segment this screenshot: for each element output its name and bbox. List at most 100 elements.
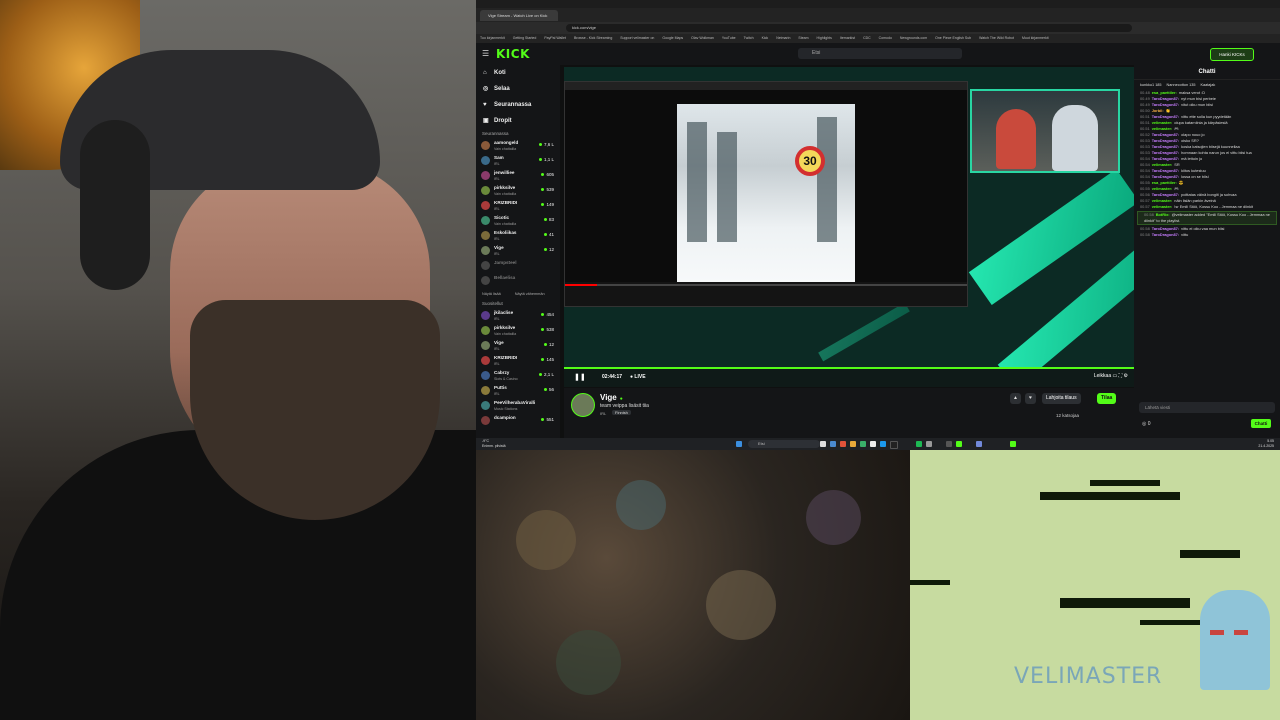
pause-icon[interactable]: ❚❚ bbox=[574, 373, 586, 381]
menu-icon[interactable]: ☰ bbox=[482, 49, 489, 58]
followed-channel[interactable]: pirkksilve Vain chattailla 539 bbox=[476, 184, 560, 199]
discord-icon[interactable] bbox=[976, 441, 982, 447]
stream-category[interactable]: IRL bbox=[600, 411, 606, 416]
windows-start-icon[interactable] bbox=[736, 441, 742, 447]
message-username[interactable]: TaroDragon87: bbox=[1152, 192, 1179, 197]
followed-channel[interactable]: Bellaelisa bbox=[476, 274, 560, 289]
bookmark-item[interactable]: PayPal Wallet bbox=[544, 36, 566, 40]
message-username[interactable]: velimaster: bbox=[1152, 162, 1173, 167]
bookmark-item[interactable]: Muut kirjanmerkit bbox=[1022, 36, 1049, 40]
recommended-channel[interactable]: pirkksilve Vain chattailla 538 bbox=[476, 324, 560, 339]
sidebar-nav-item[interactable]: ◎ Selaa bbox=[476, 81, 560, 97]
message-username[interactable]: TaroDragon87: bbox=[1152, 226, 1179, 231]
bookmark-item[interactable]: Steam bbox=[798, 36, 808, 40]
sidebar-nav-item[interactable]: ▣ Dropit bbox=[476, 113, 560, 129]
channel-avatar[interactable] bbox=[571, 393, 595, 417]
message-username[interactable]: TaroDragon87: bbox=[1152, 168, 1179, 173]
app-icon[interactable] bbox=[926, 441, 932, 447]
message-username[interactable]: TaroDragon87: bbox=[1152, 174, 1179, 179]
recommended-channel[interactable]: Vige IRL 12 bbox=[476, 339, 560, 354]
sidebar-nav-item[interactable]: ⌂ Koti bbox=[476, 65, 560, 81]
get-kicks-button[interactable]: Hanki KICKs bbox=[1210, 48, 1254, 61]
url-field[interactable]: kick.com/vige bbox=[566, 24, 1132, 32]
message-username[interactable]: TaroDragon87: bbox=[1152, 102, 1179, 107]
followed-channel[interactable]: Vige IRL 12 bbox=[476, 244, 560, 259]
bookmark-item[interactable]: Kick bbox=[762, 36, 769, 40]
gift-sub-button[interactable]: Lahjoita tilaus bbox=[1042, 393, 1081, 404]
message-username[interactable]: TaroDragon87: bbox=[1152, 150, 1179, 155]
video-player[interactable]: 30 bbox=[564, 67, 1134, 367]
message-username[interactable]: TaroDragon87: bbox=[1152, 232, 1179, 237]
message-username[interactable]: esa_paettiler: bbox=[1152, 90, 1177, 95]
message-username[interactable]: velimaster: bbox=[1152, 126, 1173, 131]
message-username[interactable]: TaroDragon87: bbox=[1152, 144, 1179, 149]
spotify-icon[interactable] bbox=[916, 441, 922, 447]
fullscreen-icon[interactable]: ⛶ bbox=[1119, 373, 1123, 379]
notification-icon[interactable]: ▲ bbox=[1010, 393, 1021, 404]
bookmark-item[interactable]: Newgrounds.com bbox=[900, 36, 927, 40]
heart-icon[interactable]: ♥ bbox=[1025, 393, 1036, 404]
message-username[interactable]: BotRix: bbox=[1156, 212, 1170, 217]
show-more-link[interactable]: Näytä lisää bbox=[482, 292, 501, 296]
message-username[interactable]: TaroDragon87: bbox=[1152, 156, 1179, 161]
chat-input[interactable]: Lähetä viesti bbox=[1139, 402, 1275, 413]
app-icon[interactable] bbox=[830, 441, 836, 447]
bookmark-item[interactable]: Support velimaster on bbox=[620, 36, 654, 40]
bookmark-item[interactable]: Google Maps bbox=[662, 36, 683, 40]
show-less-link[interactable]: Näytä vähemmän bbox=[515, 292, 545, 296]
theater-icon[interactable]: ▭ bbox=[1112, 373, 1117, 379]
message-username[interactable]: velimaster: bbox=[1152, 120, 1173, 125]
app-icon[interactable] bbox=[956, 441, 962, 447]
app-icon[interactable] bbox=[870, 441, 876, 447]
stream-tag[interactable]: Finnish bbox=[612, 410, 631, 415]
app-icon[interactable] bbox=[880, 441, 886, 447]
bookmark-item[interactable]: Tuo kirjanmerkit bbox=[480, 36, 505, 40]
followed-channel[interactable]: jenwilliee IRL 605 bbox=[476, 169, 560, 184]
chat-send-button[interactable]: Chatti bbox=[1251, 419, 1271, 428]
bookmark-item[interactable]: One Piece English Sub bbox=[935, 36, 971, 40]
subscribe-button[interactable]: Tilaa bbox=[1097, 393, 1117, 404]
bookmark-item[interactable]: Netmarin bbox=[776, 36, 790, 40]
bookmark-item[interactable]: CDC bbox=[863, 36, 871, 40]
followed-channel[interactable]: Sam IRL 1,1 L bbox=[476, 154, 560, 169]
followed-channel[interactable]: aamongeld Vain chattailla 7,6 L bbox=[476, 139, 560, 154]
bookmark-item[interactable]: Itemarkist bbox=[840, 36, 855, 40]
message-username[interactable]: TaroDragon87: bbox=[1152, 132, 1179, 137]
bookmark-item[interactable]: Twitch bbox=[744, 36, 754, 40]
bookmark-item[interactable]: Highlights bbox=[817, 36, 832, 40]
app-icon[interactable] bbox=[840, 441, 846, 447]
message-username[interactable]: TaroDragon87: bbox=[1152, 96, 1179, 101]
followed-channel[interactable]: Eskoliikas IRL 41 bbox=[476, 229, 560, 244]
message-username[interactable]: velimaster: bbox=[1152, 186, 1173, 191]
app-icon[interactable] bbox=[890, 441, 898, 449]
message-username[interactable]: TaroDragon87: bbox=[1152, 138, 1179, 143]
folder-icon[interactable] bbox=[850, 441, 856, 447]
message-username[interactable]: velimaster: bbox=[1152, 204, 1173, 209]
app-icon[interactable] bbox=[946, 441, 952, 447]
weather-widget[interactable]: -9°C Enimm. pilvistä bbox=[482, 439, 506, 449]
sidebar-nav-item[interactable]: ♥ Seurannassa bbox=[476, 97, 560, 113]
recommended-channel[interactable]: PeeVilherabaViralli Music Stations bbox=[476, 399, 560, 414]
message-username[interactable]: Jorbil: bbox=[1152, 108, 1164, 113]
followed-channel[interactable]: Jampsteel bbox=[476, 259, 560, 274]
bookmark-item[interactable]: Olav Wolkman bbox=[691, 36, 714, 40]
bookmark-item[interactable]: Comodo bbox=[879, 36, 892, 40]
recommended-channel[interactable]: dcampion 551 bbox=[476, 414, 560, 429]
taskbar-search[interactable]: Etsi bbox=[748, 440, 820, 448]
app-icon[interactable] bbox=[860, 441, 866, 447]
followed-channel[interactable]: Sicotic Vain chattailla 83 bbox=[476, 214, 560, 229]
recommended-channel[interactable]: KRIZBRIDI IRL 145 bbox=[476, 354, 560, 369]
app-icon[interactable] bbox=[1010, 441, 1016, 447]
bookmark-item[interactable]: YouTube bbox=[722, 36, 736, 40]
clip-button[interactable]: Leikkaa bbox=[1094, 373, 1111, 379]
message-username[interactable]: TaroDragon87: bbox=[1152, 114, 1179, 119]
recommended-channel[interactable]: Cabrzy Slots & Casino 2,1 L bbox=[476, 369, 560, 384]
task-view-icon[interactable] bbox=[820, 441, 826, 447]
recommended-channel[interactable]: Puttis IRL 56 bbox=[476, 384, 560, 399]
search-input[interactable]: Etsi bbox=[798, 48, 962, 59]
recommended-channel[interactable]: jkilaclise IRL 454 bbox=[476, 309, 560, 324]
message-username[interactable]: velimaster: bbox=[1152, 198, 1173, 203]
channel-name[interactable]: Vige bbox=[600, 393, 623, 402]
bookmark-item[interactable]: Browse - Kick Streaming bbox=[574, 36, 612, 40]
bookmark-item[interactable]: Getting Started bbox=[513, 36, 537, 40]
